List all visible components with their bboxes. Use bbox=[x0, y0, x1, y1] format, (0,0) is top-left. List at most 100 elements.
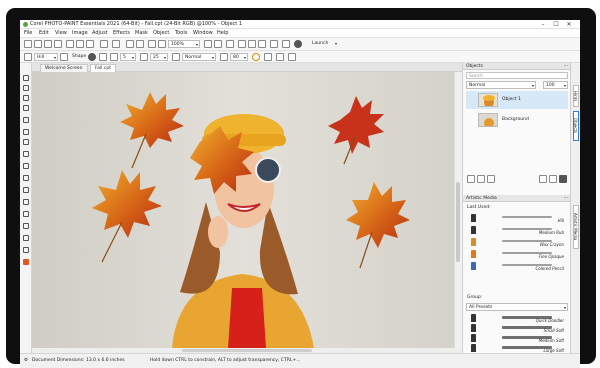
open-icon[interactable] bbox=[34, 40, 42, 48]
mask-marquee-icon[interactable] bbox=[238, 40, 246, 48]
pan-tool-icon[interactable] bbox=[23, 139, 29, 145]
preset-item[interactable]: Small Soft bbox=[466, 323, 568, 333]
transparency-input[interactable]: 80 ▾ bbox=[230, 53, 248, 61]
objects-search-input[interactable]: Search bbox=[466, 72, 568, 79]
zoom-out-icon[interactable] bbox=[158, 40, 166, 48]
shape-tool-icon[interactable] bbox=[23, 235, 29, 241]
nib-size-icon[interactable] bbox=[110, 53, 118, 61]
crop-tool-icon[interactable] bbox=[23, 117, 29, 123]
preset-group-select[interactable]: All Presets ▾ bbox=[466, 303, 568, 311]
pick-tool-icon[interactable] bbox=[23, 75, 29, 81]
brush-size-icon[interactable] bbox=[140, 53, 148, 61]
brush-preset-icon[interactable] bbox=[24, 53, 32, 61]
vertical-scroll-thumb[interactable] bbox=[456, 182, 460, 262]
menu-object[interactable]: Object bbox=[153, 30, 169, 36]
new-object-icon[interactable] bbox=[467, 175, 475, 183]
cut-icon[interactable] bbox=[66, 40, 74, 48]
options-gear-icon[interactable] bbox=[294, 40, 302, 48]
snap-icon[interactable] bbox=[270, 40, 278, 48]
eyedropper-tool-icon[interactable] bbox=[23, 151, 29, 157]
object-row-background[interactable]: Background bbox=[466, 111, 568, 129]
tab-fall-cpt[interactable]: Fall.cpt bbox=[90, 64, 116, 72]
object-merge-mode-select[interactable]: Normal ▾ bbox=[466, 81, 536, 89]
object-opacity-input[interactable]: 100 ▾ bbox=[543, 81, 568, 89]
minimize-button[interactable]: – bbox=[538, 20, 548, 29]
copy-icon[interactable] bbox=[76, 40, 84, 48]
fill-tool-icon[interactable] bbox=[23, 223, 29, 229]
close-button[interactable]: ✕ bbox=[564, 20, 574, 29]
paste-icon[interactable] bbox=[86, 40, 94, 48]
transparency-icon[interactable] bbox=[220, 53, 228, 61]
panel-menu-icon[interactable]: ⋯ bbox=[564, 63, 569, 70]
export-icon[interactable] bbox=[136, 40, 144, 48]
preset-item[interactable]: Quick Doodler bbox=[466, 313, 568, 323]
rulers-icon[interactable] bbox=[282, 40, 290, 48]
brush-item[interactable]: Medium Rub bbox=[466, 225, 568, 235]
maximize-button[interactable]: ☐ bbox=[551, 20, 561, 29]
pressure-icon[interactable] bbox=[276, 53, 284, 61]
print-icon[interactable] bbox=[54, 40, 62, 48]
preset-item[interactable]: Large Soft bbox=[466, 343, 568, 353]
effect-tool-icon[interactable] bbox=[23, 187, 29, 193]
brush-item[interactable]: Wax Crayon bbox=[466, 237, 568, 247]
menu-image[interactable]: Image bbox=[72, 30, 88, 36]
object-lock-icon[interactable] bbox=[477, 175, 485, 183]
image-canvas[interactable] bbox=[32, 72, 454, 348]
brush-size-input[interactable]: 25 ▾ bbox=[150, 53, 168, 61]
freehand-mask-icon[interactable] bbox=[23, 95, 29, 101]
side-tab-objects[interactable]: Objects bbox=[573, 111, 579, 141]
magic-wand-icon[interactable] bbox=[23, 105, 29, 111]
object-properties-icon[interactable] bbox=[549, 175, 557, 183]
gear-icon[interactable]: ⚙ bbox=[24, 358, 28, 363]
launch-menu[interactable]: Launch ▾ bbox=[310, 40, 338, 48]
clone-tool-icon[interactable] bbox=[23, 199, 29, 205]
menu-adjust[interactable]: Adjust bbox=[92, 30, 108, 36]
import-icon[interactable] bbox=[126, 40, 134, 48]
new-document-icon[interactable] bbox=[24, 40, 32, 48]
save-icon[interactable] bbox=[44, 40, 52, 48]
brush-item[interactable]: Colored Pencil bbox=[466, 261, 568, 271]
text-tool-icon[interactable] bbox=[23, 163, 29, 169]
menu-view[interactable]: View bbox=[55, 30, 67, 36]
round-nib-icon[interactable] bbox=[88, 53, 96, 61]
undo-icon[interactable] bbox=[100, 40, 108, 48]
paint-tool-icon[interactable] bbox=[23, 175, 29, 181]
object-mask-icon[interactable] bbox=[487, 175, 495, 183]
menu-mask[interactable]: Mask bbox=[135, 30, 148, 36]
foreground-color-icon[interactable] bbox=[23, 259, 29, 265]
menu-effects[interactable]: Effects bbox=[113, 30, 130, 36]
eraser-tool-icon[interactable] bbox=[23, 211, 29, 217]
delete-object-icon[interactable] bbox=[559, 175, 567, 183]
merge-mode-select[interactable]: Normal ▾ bbox=[182, 53, 216, 61]
brush-settings-icon[interactable] bbox=[60, 53, 68, 61]
artistic-media-tool-icon[interactable] bbox=[23, 247, 29, 253]
zoom-actual-icon[interactable] bbox=[214, 40, 222, 48]
menu-window[interactable]: Window bbox=[193, 30, 213, 36]
zoom-fit-icon[interactable] bbox=[204, 40, 212, 48]
redo-icon[interactable] bbox=[112, 40, 120, 48]
combine-icon[interactable] bbox=[539, 175, 547, 183]
anti-alias-icon[interactable] bbox=[252, 53, 260, 61]
horizontal-scroll-thumb[interactable] bbox=[182, 349, 312, 352]
nib-size-input[interactable]: 5 ▾ bbox=[120, 53, 136, 61]
menu-help[interactable]: Help bbox=[217, 30, 228, 36]
side-tab-artistic-media[interactable]: Artistic Media bbox=[573, 205, 579, 249]
mask-tool-icon[interactable] bbox=[23, 85, 29, 91]
menu-edit[interactable]: Edit bbox=[39, 30, 49, 36]
tab-welcome-screen[interactable]: Welcome Screen bbox=[40, 64, 88, 72]
menu-tools[interactable]: Tools bbox=[175, 30, 187, 36]
zoom-tool-icon[interactable] bbox=[23, 129, 29, 135]
mask-overlay-icon[interactable] bbox=[248, 40, 256, 48]
zoom-level-select[interactable]: 100% ▾ bbox=[168, 40, 200, 48]
brush-item[interactable]: Hill bbox=[466, 213, 568, 223]
zoom-in-icon[interactable] bbox=[148, 40, 156, 48]
lens-icon[interactable] bbox=[258, 40, 266, 48]
merge-mode-icon[interactable] bbox=[172, 53, 180, 61]
square-nib-icon[interactable] bbox=[99, 53, 107, 61]
stroke-options-icon[interactable] bbox=[288, 53, 296, 61]
menu-file[interactable]: File bbox=[24, 30, 32, 36]
full-screen-icon[interactable] bbox=[226, 40, 234, 48]
brush-item[interactable]: Fine Opaque bbox=[466, 249, 568, 259]
object-row-object-1[interactable]: Object 1 bbox=[466, 91, 568, 109]
vertical-scrollbar[interactable] bbox=[454, 72, 461, 348]
